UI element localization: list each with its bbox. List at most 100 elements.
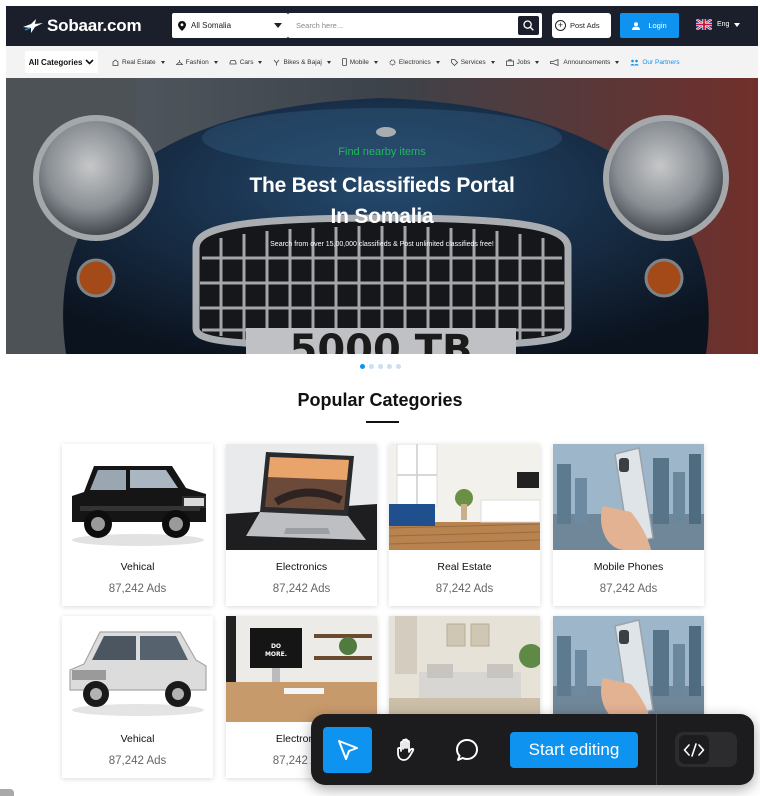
logo-text: Sobaar.com — [47, 16, 142, 35]
category-card-vehicle[interactable]: Vehical 87,242 Ads — [62, 616, 213, 778]
comment-icon — [455, 739, 478, 761]
chevron-down-icon — [373, 60, 378, 64]
nav-item-announcements[interactable]: Announcements — [550, 58, 620, 66]
code-toggle[interactable] — [675, 732, 737, 767]
chevron-down-icon — [734, 22, 741, 27]
logo-bird-icon — [23, 19, 43, 33]
carousel-dots — [360, 364, 405, 369]
hero-title-line1: The Best Classifieds Portal — [249, 174, 515, 197]
gear-icon — [389, 59, 396, 65]
chevron-down-icon — [213, 60, 218, 64]
hero-subtitle: Search from over 15,00,000 classifieds &… — [270, 241, 494, 248]
hero-banner: 5000 TB Find nearby items The Best Class… — [6, 78, 758, 354]
category-card-real-estate[interactable]: Real Estate 87,242 Ads — [389, 444, 540, 606]
code-icon — [683, 742, 705, 757]
chevron-down-icon — [85, 59, 94, 65]
svg-text:MORE.: MORE. — [265, 651, 287, 658]
section-divider — [366, 421, 399, 423]
category-ad-count: 87,242 Ads — [108, 755, 167, 767]
hero-title: The Best Classifieds Portal In Somalia — [6, 170, 758, 232]
chevron-down-icon — [490, 60, 495, 64]
partners-icon — [630, 59, 639, 65]
cursor-icon — [337, 740, 358, 760]
carousel-dot[interactable] — [378, 364, 383, 369]
chevron-down-icon — [258, 60, 263, 64]
category-ad-count: 87,242 Ads — [435, 583, 494, 595]
nav-item-cars[interactable]: Cars — [229, 59, 263, 66]
nav-item-fashion[interactable]: Fashion — [175, 59, 218, 66]
building-icon — [112, 58, 119, 66]
nav-item-jobs[interactable]: Jobs — [505, 58, 540, 66]
category-name: Vehical — [120, 733, 155, 745]
hand-tool-button[interactable] — [382, 727, 431, 773]
top-header: Sobaar.com All Somalia + Post Ads Login — [6, 6, 758, 46]
login-button[interactable]: Login — [620, 13, 679, 38]
nav-item-electronics[interactable]: Electronics — [389, 59, 440, 66]
chevron-down-icon — [535, 60, 540, 64]
hanger-icon — [175, 59, 183, 65]
location-pin-icon — [178, 20, 186, 31]
location-select[interactable]: All Somalia — [172, 13, 288, 38]
post-ads-button[interactable]: + Post Ads — [552, 13, 611, 38]
nav-item-bikes[interactable]: Bikes & Bajaj — [273, 59, 331, 66]
category-ad-count: 87,242 Ads — [272, 583, 331, 595]
category-image-laptop — [226, 444, 377, 550]
chevron-down-icon — [615, 60, 620, 64]
search-input[interactable] — [288, 13, 518, 38]
start-editing-button[interactable]: Start editing — [510, 732, 638, 768]
resize-handle[interactable] — [0, 789, 14, 796]
location-value: All Somalia — [191, 21, 232, 30]
chevron-down-icon — [274, 23, 282, 28]
select-tool-button[interactable] — [323, 727, 372, 773]
category-image-phone — [553, 444, 704, 550]
hero-eyebrow: Find nearby items — [338, 146, 426, 158]
carousel-dot[interactable] — [387, 364, 392, 369]
category-nav: All Categories Real Estate Fashion Cars … — [6, 46, 758, 78]
nav-item-mobile[interactable]: Mobile — [341, 58, 378, 66]
editing-toolbar: Start editing — [311, 714, 754, 785]
category-image-land-cruiser — [62, 616, 213, 722]
all-categories-label: All Categories — [28, 57, 83, 67]
language-value: Eng — [717, 21, 730, 28]
nav-item-partners[interactable]: Our Partners — [630, 59, 680, 66]
nav-item-real-estate[interactable]: Real Estate — [112, 59, 165, 66]
chevron-down-icon — [326, 60, 331, 64]
comment-tool-button[interactable] — [442, 727, 491, 773]
plus-icon: + — [555, 20, 566, 31]
code-view-button[interactable] — [679, 735, 709, 764]
chevron-down-icon — [435, 60, 440, 64]
all-categories-button[interactable]: All Categories — [25, 51, 98, 73]
language-select[interactable]: Eng — [696, 19, 741, 30]
search-icon — [523, 20, 534, 31]
site-logo[interactable]: Sobaar.com — [22, 15, 142, 37]
carousel-dot[interactable] — [396, 364, 401, 369]
briefcase-icon — [505, 58, 514, 66]
category-card-vehicle[interactable]: Vehical 87,242 Ads — [62, 444, 213, 606]
category-image-phone — [553, 616, 704, 722]
search-bar — [288, 13, 542, 38]
carousel-dot[interactable] — [360, 364, 365, 369]
chevron-down-icon — [160, 60, 165, 64]
svg-text:DO: DO — [271, 643, 281, 650]
section-title: Popular Categories — [297, 390, 463, 410]
user-icon — [632, 21, 641, 30]
category-card-electronics[interactable]: Electronics 87,242 Ads — [226, 444, 377, 606]
toolbar-divider — [656, 714, 657, 785]
hero-title-line2: In Somalia — [330, 205, 434, 228]
uk-flag-icon — [696, 19, 712, 30]
bike-icon — [274, 59, 280, 65]
category-name: Mobile Phones — [593, 561, 664, 573]
category-image-sofa-room — [389, 616, 540, 722]
category-ad-count: 87,242 Ads — [599, 583, 658, 595]
car-icon — [229, 59, 237, 64]
carousel-dot[interactable] — [369, 364, 374, 369]
category-image-suv — [62, 444, 213, 550]
post-ads-label: Post Ads — [570, 21, 600, 30]
category-name: Vehical — [120, 561, 155, 573]
category-name: Electronics — [275, 561, 328, 573]
megaphone-icon — [550, 58, 559, 66]
category-card-mobile-phones[interactable]: Mobile Phones 87,242 Ads — [553, 444, 704, 606]
search-button[interactable] — [518, 16, 539, 35]
nav-item-services[interactable]: Services — [450, 59, 495, 66]
phone-icon — [341, 58, 347, 66]
